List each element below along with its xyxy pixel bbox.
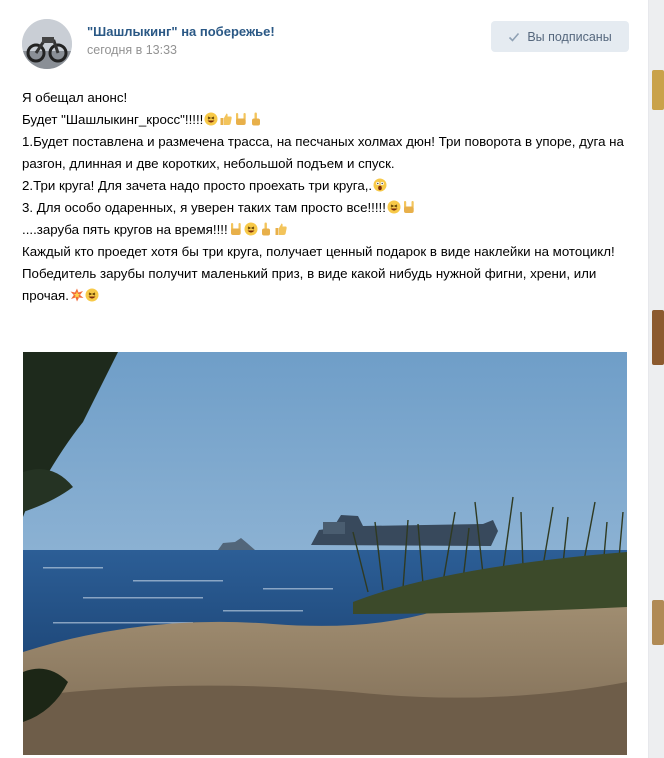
post-line: ....заруба пять кругов на время!!!! (22, 219, 642, 241)
grin-emoji (387, 200, 401, 214)
post-line: 1.Будет поставлена и размечена трасса, н… (22, 134, 624, 171)
check-icon (509, 32, 520, 42)
post-line: Я обещал анонс! (22, 90, 128, 105)
post-card: "Шашлыкинг" на побережье! сегодня в 13:3… (0, 0, 649, 758)
rock-hand-emoji (236, 113, 247, 125)
post-line: 2.Три круга! Для зачета надо просто прое… (22, 175, 642, 197)
subscribed-button[interactable]: Вы подписаны (491, 21, 629, 52)
collision-emoji (70, 288, 84, 302)
pointing-up-emoji (252, 112, 261, 126)
thumbs-up-emoji (220, 113, 233, 125)
side-column (649, 0, 664, 758)
thumbs-up-emoji (275, 223, 287, 235)
post-line: Каждый кто проедет хотя бы три круга, по… (22, 244, 615, 259)
side-thumbnail (652, 600, 664, 645)
subscribed-label: Вы подписаны (527, 29, 612, 44)
post-line: Победитель зарубы получит маленький приз… (22, 266, 597, 303)
scream-emoji (373, 178, 387, 192)
post-text: Я обещал анонс! Будет "Шашлыкинг_кросс"!… (22, 87, 642, 307)
grin-emoji (244, 222, 258, 236)
post-photo[interactable] (23, 352, 627, 755)
side-thumbnail (652, 310, 664, 365)
rock-hand-emoji (230, 223, 241, 235)
pointing-up-emoji (261, 222, 270, 236)
post-line: Будет "Шашлыкинг_кросс"!!!!! (22, 109, 642, 131)
grin-emoji (204, 112, 218, 126)
grin-emoji (85, 288, 99, 302)
author-avatar[interactable] (22, 19, 72, 69)
post-line: 3. Для особо одаренных, я уверен таких т… (22, 197, 642, 219)
rock-hand-emoji (403, 201, 414, 213)
post-date[interactable]: сегодня в 13:33 (87, 43, 177, 57)
post-author-link[interactable]: "Шашлыкинг" на побережье! (87, 24, 275, 39)
side-thumbnail (652, 70, 664, 110)
